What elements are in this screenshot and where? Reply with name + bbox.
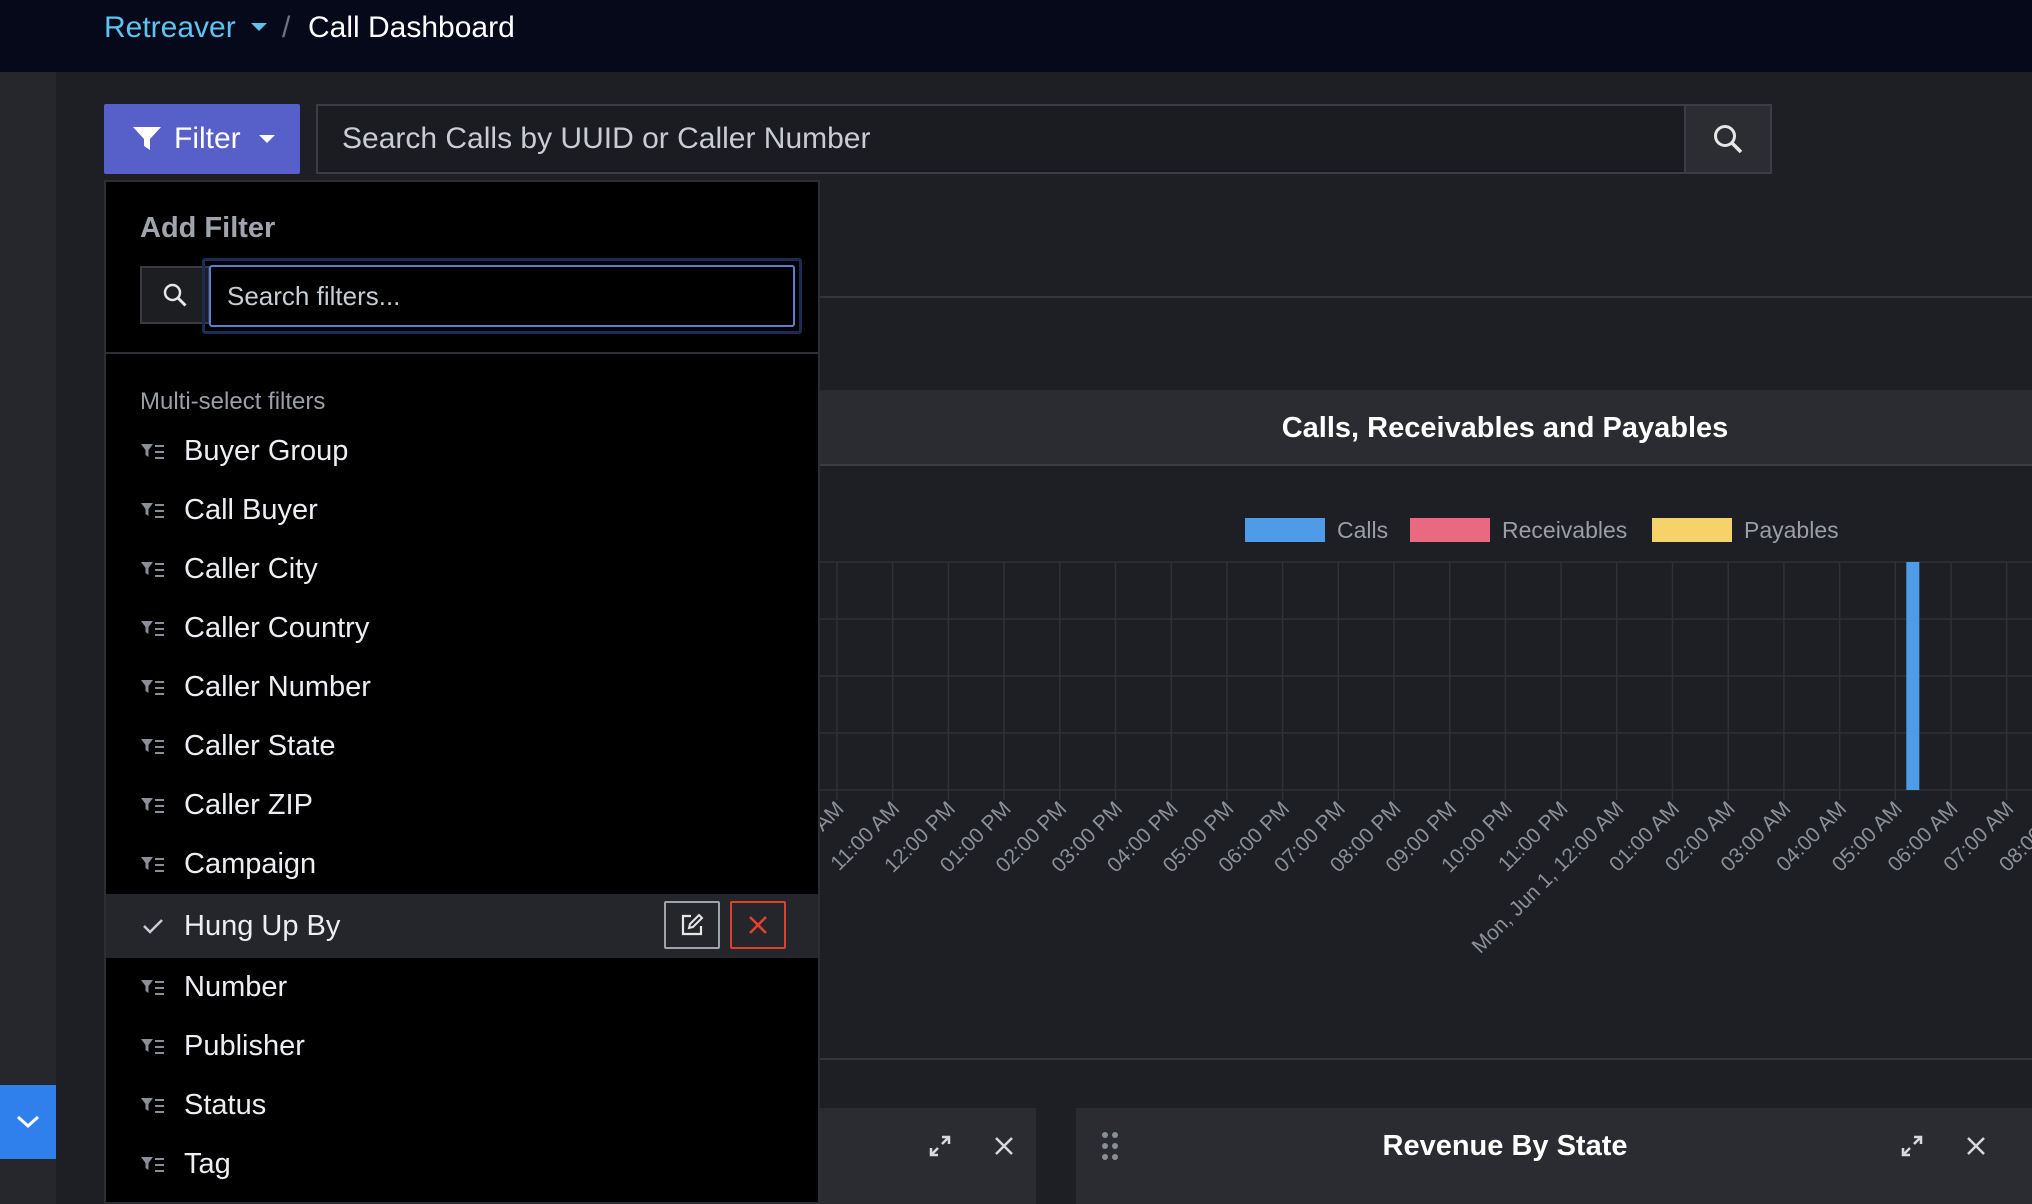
list-filter-icon: [140, 441, 166, 463]
close-icon: [749, 916, 767, 934]
chevron-down-icon: [16, 1115, 40, 1129]
filter-option-label: Status: [184, 1089, 267, 1121]
filter-option-publisher[interactable]: Publisher: [106, 1017, 818, 1076]
list-filter-icon: [140, 1154, 166, 1176]
filter-section-label: Multi-select filters: [140, 388, 326, 415]
filter-option-call-buyer[interactable]: Call Buyer: [106, 481, 818, 540]
breadcrumb-app-link[interactable]: Retreaver: [104, 10, 236, 46]
edit-icon: [681, 913, 704, 936]
drag-handle-icon[interactable]: [1100, 1130, 1120, 1162]
list-filter-icon: [140, 854, 166, 876]
filter-option-hung-up-by[interactable]: Hung Up By: [106, 894, 818, 958]
list-filter-icon: [140, 677, 166, 699]
search-button[interactable]: [1684, 104, 1772, 174]
edit-filter-button[interactable]: [664, 901, 720, 949]
filter-option-number[interactable]: Number: [106, 958, 818, 1017]
breadcrumb-current-page: Call Dashboard: [308, 11, 515, 44]
chevron-down-icon[interactable]: [251, 23, 267, 31]
filter-option-label: Caller ZIP: [184, 789, 313, 821]
legend-item-payables[interactable]: Payables: [1652, 515, 1839, 545]
expand-icon[interactable]: [928, 1134, 952, 1158]
filter-dropdown-title: Add Filter: [140, 212, 276, 244]
bar-calls[interactable]: [1906, 562, 1920, 790]
filter-option-label: Hung Up By: [184, 909, 341, 942]
filter-list: Buyer Group Call Buyer Caller City Caller C…: [106, 422, 818, 1194]
filter-option-caller-state[interactable]: Caller State: [106, 717, 818, 776]
filter-dropdown: Add Filter Multi-select filters Buyer Gr…: [104, 180, 820, 1204]
rail-toggle-button[interactable]: [0, 1085, 56, 1159]
filter-search-focus-ring: [202, 258, 802, 334]
calls-chart: 10:00 AM11:00 AM12:00 PM01:00 PM02:00 PM…: [820, 561, 2032, 958]
filter-option-campaign[interactable]: Campaign: [106, 835, 818, 894]
panel-divider: [820, 296, 2032, 298]
filter-search-addon: [140, 266, 210, 324]
filter-option-label: Caller City: [184, 553, 318, 585]
breadcrumb-separator: /: [282, 11, 291, 44]
list-filter-icon: [140, 559, 166, 581]
legend-label: Calls: [1337, 516, 1389, 543]
filter-option-label: Tag: [184, 1148, 231, 1180]
filter-option-label: Caller Number: [184, 671, 371, 703]
remove-filter-button[interactable]: [730, 901, 786, 949]
legend-swatch: [1652, 518, 1732, 542]
list-filter-icon: [140, 1095, 166, 1117]
selected-filter-actions: [664, 901, 786, 949]
close-icon[interactable]: [992, 1134, 1016, 1158]
expand-icon[interactable]: [1900, 1134, 1924, 1158]
filter-dropdown-header: Add Filter: [106, 182, 818, 354]
filter-option-label: Publisher: [184, 1030, 305, 1062]
call-search-input[interactable]: Search Calls by UUID or Caller Number: [316, 104, 1684, 174]
filter-search-input[interactable]: [209, 265, 795, 327]
filter-option-label: Number: [184, 971, 288, 1003]
filter-button-label: Filter: [174, 122, 241, 155]
filter-option-caller-country[interactable]: Caller Country: [106, 599, 818, 658]
filter-option-status[interactable]: Status: [106, 1076, 818, 1135]
filter-option-buyer-group[interactable]: Buyer Group: [106, 422, 818, 481]
check-icon: [140, 915, 166, 937]
filter-icon: [133, 127, 161, 150]
filter-option-caller-zip[interactable]: Caller ZIP: [106, 776, 818, 835]
legend-swatch: [1410, 518, 1490, 542]
filter-option-caller-city[interactable]: Caller City: [106, 540, 818, 599]
legend-label: Payables: [1744, 516, 1839, 543]
list-filter-icon: [140, 736, 166, 758]
list-filter-icon: [140, 977, 166, 999]
list-filter-icon: [140, 1036, 166, 1058]
legend-item-calls[interactable]: Calls: [1245, 515, 1388, 545]
panel-divider: [820, 1058, 2032, 1060]
search-icon: [1714, 125, 1743, 154]
list-filter-icon: [140, 618, 166, 640]
legend-item-receivables[interactable]: Receivables: [1410, 515, 1627, 545]
filter-option-tag[interactable]: Tag: [106, 1135, 818, 1194]
list-filter-icon: [140, 500, 166, 522]
filter-option-label: Call Buyer: [184, 494, 318, 526]
legend-swatch: [1245, 518, 1325, 542]
legend-label: Receivables: [1502, 516, 1628, 543]
chevron-down-icon: [258, 135, 275, 143]
left-rail: [0, 72, 56, 1204]
filter-option-label: Campaign: [184, 848, 317, 880]
filter-button[interactable]: Filter: [104, 104, 300, 174]
filter-option-caller-number[interactable]: Caller Number: [106, 658, 818, 717]
chart-title: Calls, Receivables and Payables: [1281, 412, 1729, 444]
widget-title: Revenue By State: [1382, 1130, 1628, 1162]
search-icon: [163, 283, 187, 307]
filter-option-label: Caller Country: [184, 612, 370, 644]
filter-option-label: Buyer Group: [184, 435, 349, 467]
filter-option-label: Caller State: [184, 730, 336, 762]
top-bar: [0, 0, 2032, 72]
close-icon[interactable]: [1964, 1134, 1988, 1158]
list-filter-icon: [140, 795, 166, 817]
